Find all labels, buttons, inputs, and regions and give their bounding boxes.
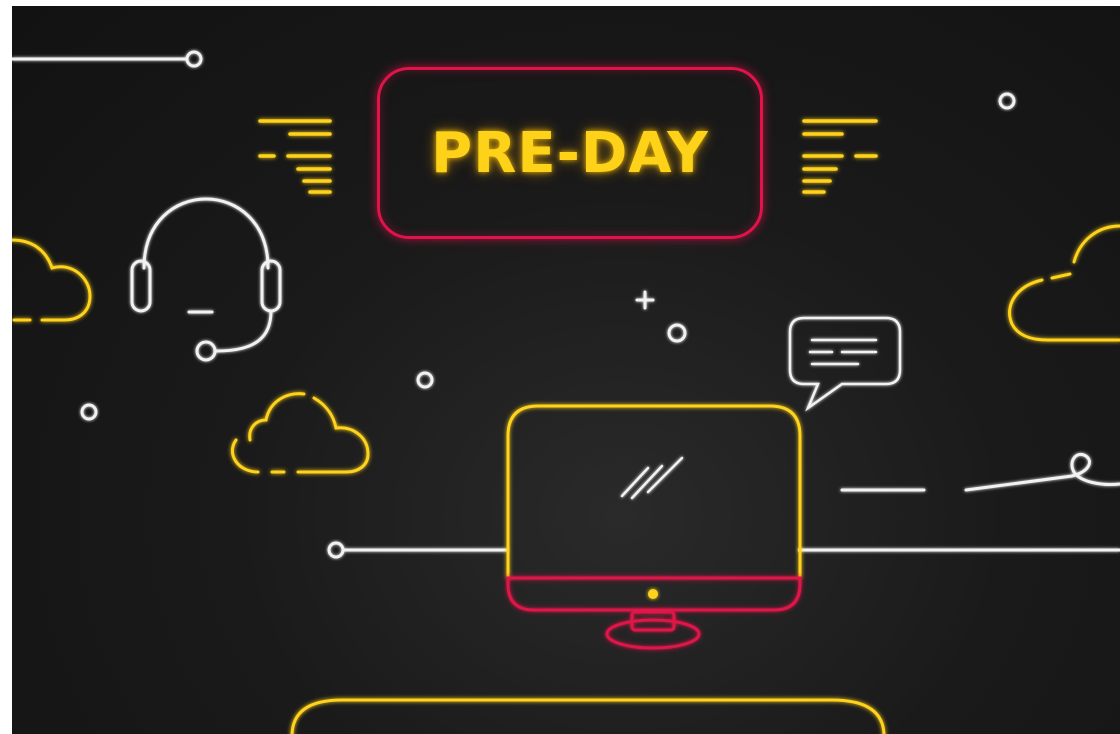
speed-lines-icon: [802, 119, 878, 194]
chat-bubble-icon: [788, 316, 902, 412]
page-title: PRE-DAY: [431, 120, 709, 186]
connector-line-right: [840, 453, 1120, 492]
cloud-icon: [12, 238, 92, 322]
headset-icon: [130, 197, 282, 362]
circle-node-icon: [667, 323, 687, 343]
circle-node-icon: [80, 403, 98, 421]
connector-line-desk: [327, 541, 1120, 559]
title-badge: PRE-DAY: [377, 67, 763, 239]
cloud-icon: [230, 392, 370, 474]
speed-lines-icon: [258, 119, 332, 194]
neon-banner-canvas: PRE-DAY: [12, 6, 1120, 734]
monitor-icon: [506, 404, 802, 650]
connector-line-top-left: [12, 50, 203, 68]
plus-icon: [635, 290, 655, 310]
circle-node-icon: [416, 371, 434, 389]
cloud-icon: [1008, 224, 1120, 342]
bottom-frame-outline: [290, 698, 886, 734]
circle-node-icon: [998, 92, 1016, 110]
